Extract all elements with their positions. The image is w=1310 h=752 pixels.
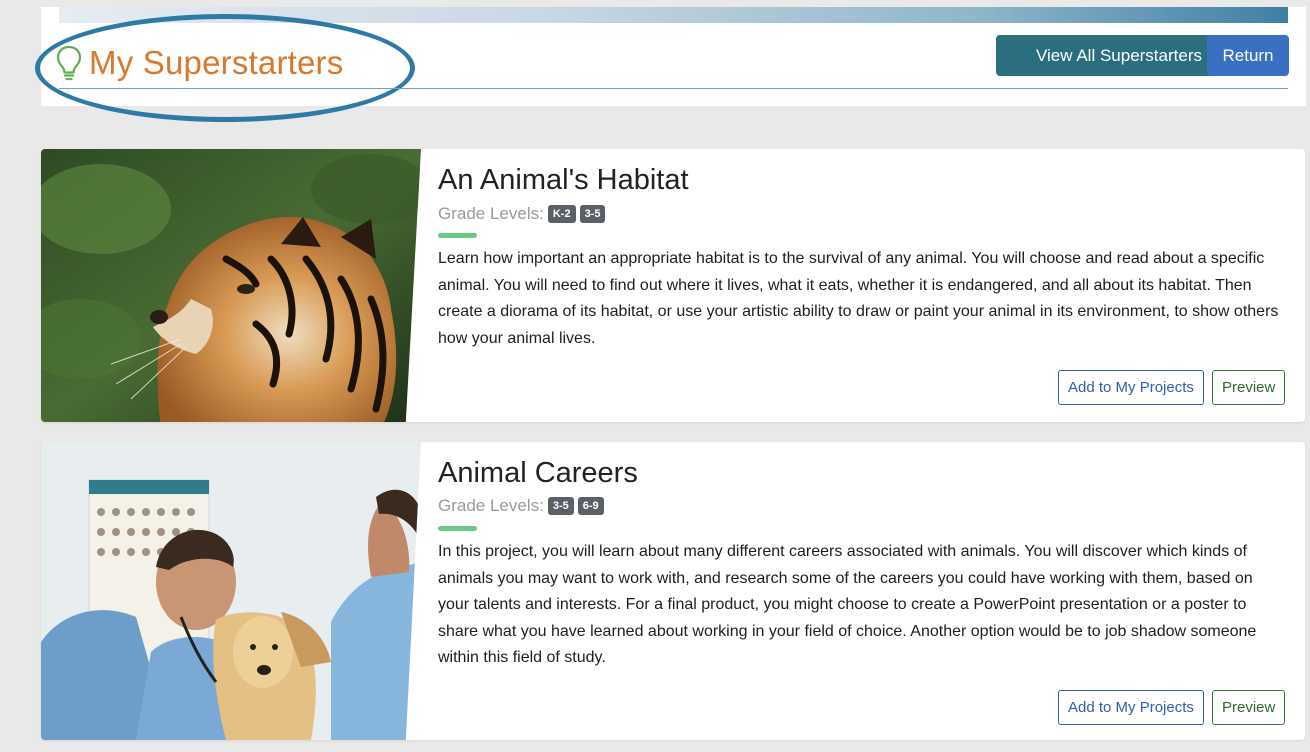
project-description: In this project, you will learn about ma… bbox=[438, 543, 1257, 666]
grade-levels: Grade Levels: 3-5 6-9 bbox=[438, 496, 604, 516]
project-card: An Animal's Habitat Grade Levels: K-2 3-… bbox=[41, 149, 1305, 422]
tiger-photo bbox=[41, 149, 421, 422]
grade-badge: K-2 bbox=[547, 205, 576, 223]
accent-bar bbox=[438, 233, 477, 238]
grade-levels-label: Grade Levels: bbox=[438, 204, 544, 223]
view-all-superstarters-button[interactable]: View All Superstarters bbox=[996, 35, 1242, 76]
page-title-text: My Superstarters bbox=[89, 44, 344, 81]
header-divider bbox=[59, 88, 1288, 89]
return-button[interactable]: Return bbox=[1207, 35, 1289, 76]
page-header: My Superstarters View All Superstarters … bbox=[35, 7, 1306, 122]
project-card: Animal Careers Grade Levels: 3-5 6-9 In … bbox=[41, 442, 1305, 740]
preview-button[interactable]: Preview bbox=[1212, 690, 1286, 725]
project-title: Animal Careers bbox=[438, 457, 638, 489]
header-banner bbox=[59, 7, 1288, 23]
page-title: My Superstarters bbox=[55, 43, 343, 83]
lightbulb-icon bbox=[56, 45, 82, 81]
accent-bar bbox=[438, 526, 477, 531]
project-description: Learn how important an appropriate habit… bbox=[438, 250, 1279, 347]
grade-badge: 3-5 bbox=[547, 497, 574, 515]
grade-levels-label: Grade Levels: bbox=[438, 496, 544, 515]
add-to-my-projects-button[interactable]: Add to My Projects bbox=[1058, 690, 1204, 725]
add-to-my-projects-button[interactable]: Add to My Projects bbox=[1058, 370, 1204, 405]
veterinarian-with-dog-photo bbox=[41, 442, 421, 740]
preview-button[interactable]: Preview bbox=[1212, 370, 1286, 405]
grade-levels: Grade Levels: K-2 3-5 bbox=[438, 204, 606, 224]
grade-badge: 6-9 bbox=[577, 497, 604, 515]
project-title: An Animal's Habitat bbox=[438, 164, 689, 196]
grade-badge: 3-5 bbox=[579, 205, 606, 223]
